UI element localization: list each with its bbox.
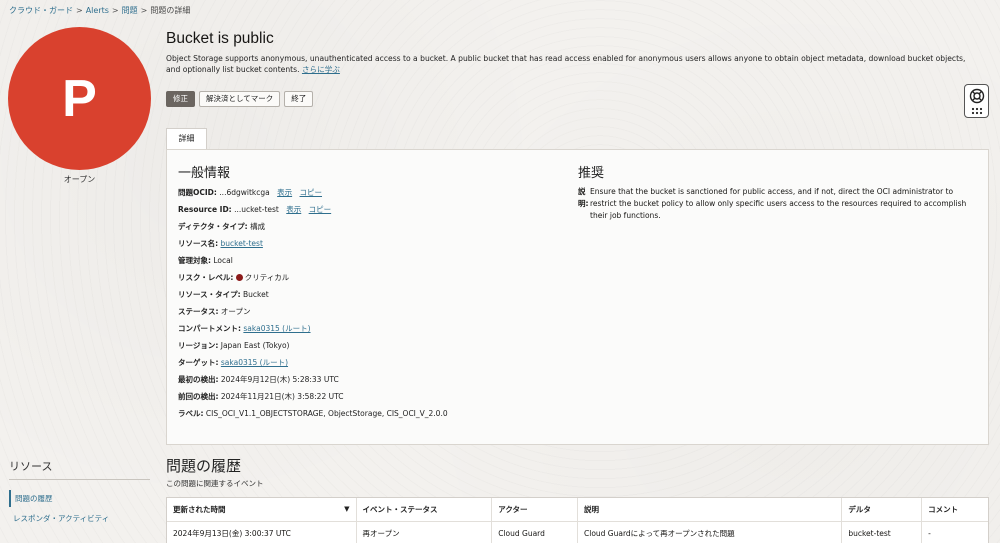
compartment-label: コンパートメント: [178, 324, 241, 333]
breadcrumb-current: 問題の詳細 [150, 6, 191, 15]
page-title: Bucket is public [166, 30, 274, 47]
table-cell: Cloud Guard [492, 522, 578, 543]
column-header-delta: デルタ [842, 498, 923, 521]
status-row: ステータス: オープン [178, 306, 250, 317]
managed-label: 管理対象: [178, 256, 211, 265]
resource-name-link[interactable]: bucket-test [221, 239, 263, 248]
managed-value: Local [213, 256, 233, 265]
problem-ocid-row: 問題OCID: ...6dgwitkcga 表示 コピー [178, 187, 322, 198]
risk-level-label: リスク・レベル: [178, 273, 234, 282]
history-subtitle: この問題に関連するイベント [166, 479, 264, 488]
table-cell: - [928, 529, 931, 538]
tab-details[interactable]: 詳細 [166, 128, 207, 149]
resource-type-label: リソース・タイプ: [178, 290, 241, 299]
column-header-updated-time[interactable]: 更新された時間 ▼ [167, 498, 357, 521]
last-detected-label: 前回の検出: [178, 392, 219, 401]
breadcrumb: クラウド・ガード > Alerts > 問題 > 問題の詳細 [9, 5, 190, 16]
recommendation-text: Ensure that the bucket is sanctioned for… [590, 187, 967, 220]
status-value: オープン [220, 307, 251, 316]
history-title: 問題の履歴 [166, 458, 242, 475]
critical-dot-icon [235, 274, 243, 281]
managed-row: 管理対象: Local [178, 255, 233, 266]
recommendation-body: 説明: Ensure that the bucket is sanctioned… [578, 186, 978, 222]
resource-link-responder-activity[interactable]: レスポンダ・アクティビティ [13, 513, 109, 524]
problem-ocid-copy-link[interactable]: コピー [300, 188, 323, 197]
labels-row: ラベル: CIS_OCI_V1.1_OBJECTSTORAGE, ObjectS… [178, 408, 448, 419]
resource-link-problem-history[interactable]: 問題の履歴 [9, 490, 150, 507]
problem-ocid-label: 問題OCID: [178, 188, 217, 197]
grid-dots-icon [971, 107, 982, 114]
column-header-comment: コメント [922, 498, 988, 521]
resource-id-row: Resource ID: ...ucket-test 表示 コピー [178, 204, 331, 215]
remediate-button[interactable]: 修正 [166, 91, 195, 107]
detector-type-label: ディテクタ・タイプ: [178, 222, 248, 231]
labels-value: CIS_OCI_V1.1_OBJECTSTORAGE, ObjectStorag… [205, 409, 448, 418]
status-label: ステータス: [178, 307, 219, 316]
resource-type-row: リソース・タイプ: Bucket [178, 289, 269, 300]
resources-title: リソース [9, 460, 53, 473]
dismiss-button[interactable]: 終了 [284, 91, 314, 107]
general-info-title: 一般情報 [178, 165, 231, 180]
recommendation-title: 推奨 [578, 165, 605, 180]
problem-description: Object Storage supports anonymous, unaut… [166, 53, 981, 75]
mark-resolved-button[interactable]: 解決済としてマーク [199, 91, 281, 107]
resource-type-value: Bucket [243, 290, 269, 299]
breadcrumb-alerts[interactable]: Alerts [86, 6, 109, 15]
resource-name-label: リソース名: [178, 239, 219, 248]
lifebuoy-icon [969, 88, 984, 103]
risk-level-row: リスク・レベル: クリティカル [178, 272, 289, 283]
last-detected-value: 2024年11月21日(木) 3:58:22 UTC [220, 392, 344, 401]
breadcrumb-separator: > [76, 6, 83, 15]
first-detected-value: 2024年9月12日(木) 5:28:33 UTC [220, 375, 339, 384]
help-widget[interactable] [964, 84, 989, 118]
region-row: リージョン: Japan East (Tokyo) [178, 340, 289, 351]
column-header-description: 説明 [578, 498, 843, 521]
breadcrumb-separator: > [111, 6, 119, 15]
table-cell: bucket-test [842, 522, 923, 543]
breadcrumb-problems[interactable]: 問題 [122, 6, 138, 15]
column-header-actor: アクター [492, 498, 578, 521]
column-header-event-status: イベント・ステータス [356, 498, 493, 521]
labels-label: ラベル: [178, 409, 204, 418]
last-detected-row: 前回の検出: 2024年11月21日(木) 3:58:22 UTC [178, 391, 343, 402]
details-panel: 一般情報 問題OCID: ...6dgwitkcga 表示 コピー Resour… [166, 149, 989, 445]
resource-name-row: リソース名: bucket-test [178, 238, 263, 249]
resource-id-show-link[interactable]: 表示 [286, 205, 301, 214]
resource-id-copy-link[interactable]: コピー [309, 205, 332, 214]
first-detected-row: 最初の検出: 2024年9月12日(木) 5:28:33 UTC [178, 374, 339, 385]
resources-divider [9, 479, 150, 480]
history-table: 更新された時間 ▼ イベント・ステータス アクター 説明 デルタ コメント 202… [166, 497, 989, 543]
problem-ocid-show-link[interactable]: 表示 [277, 188, 292, 197]
problem-ocid-value: ...6dgwitkcga [219, 188, 270, 197]
sort-desc-icon: ▼ [344, 505, 350, 513]
breadcrumb-cloud-guard[interactable]: クラウド・ガード [9, 6, 73, 15]
risk-level-value: クリティカル [244, 273, 290, 282]
avatar-status-label: オープン [63, 175, 96, 184]
region-label: リージョン: [178, 341, 219, 350]
description-text: Object Storage supports anonymous, unaut… [166, 54, 966, 74]
target-label: ターゲット: [178, 358, 219, 367]
learn-more-link[interactable]: さらに学ぶ [302, 65, 340, 74]
first-detected-label: 最初の検出: [178, 375, 219, 384]
compartment-row: コンパートメント: saka0315 (ルート) [178, 323, 311, 334]
compartment-link[interactable]: saka0315 (ルート) [243, 324, 310, 333]
table-cell: 2024年9月13日(金) 3:00:37 UTC [167, 522, 357, 543]
region-value: Japan East (Tokyo) [220, 341, 290, 350]
avatar: P [8, 27, 151, 170]
target-link[interactable]: saka0315 (ルート) [221, 358, 288, 367]
recommendation-label: 説明: [578, 187, 589, 208]
table-cell: Cloud Guardによって再オープンされた問題 [578, 522, 843, 543]
resource-id-value: ...ucket-test [234, 205, 279, 214]
action-bar: 修正 解決済としてマーク 終了 [166, 91, 314, 107]
table-header-row: 更新された時間 ▼ イベント・ステータス アクター 説明 デルタ コメント [167, 498, 988, 522]
table-cell: 再オープン [357, 522, 493, 543]
target-row: ターゲット: saka0315 (ルート) [178, 357, 288, 368]
detector-type-row: ディテクタ・タイプ: 構成 [178, 221, 265, 232]
detector-type-value: 構成 [250, 222, 266, 231]
breadcrumb-separator: > [140, 6, 148, 15]
resource-id-label: Resource ID: [178, 205, 232, 214]
table-row: 2024年9月13日(金) 3:00:37 UTC 再オープン Cloud Gu… [167, 522, 988, 543]
